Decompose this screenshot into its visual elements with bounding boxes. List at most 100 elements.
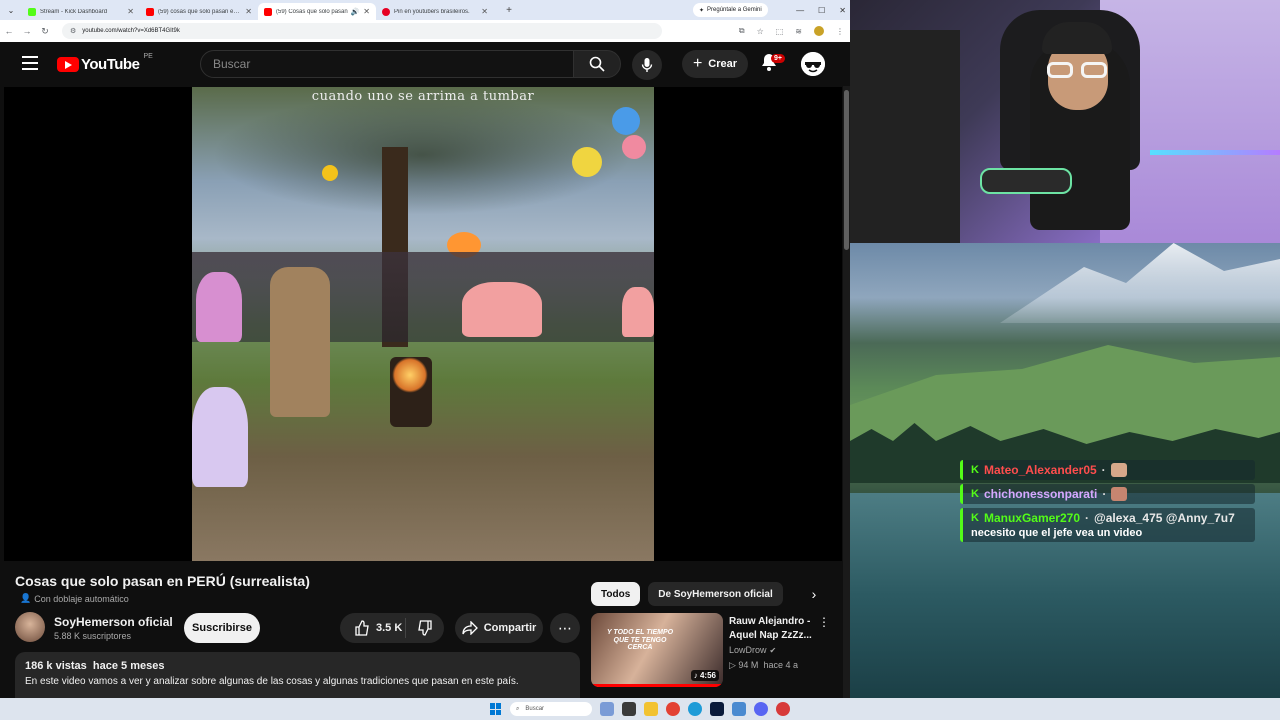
country-code: PE [143,53,153,60]
chip-todos[interactable]: Todos [591,582,641,606]
site-info-icon[interactable]: ⚙ [70,27,76,35]
subscribe-button[interactable]: Suscribirse [184,613,260,643]
chat-overlay: K Mateo_Alexander05 · K chichonessonpara… [960,460,1255,546]
browser-window: ⌄ Stream - Kick Dashboard ✕ (59) cosas q… [0,0,850,698]
duration-badge: ♪ 4:56 [690,670,719,681]
video-dancer [196,272,242,342]
back-icon[interactable]: ← [0,26,18,36]
tab-youtube-1[interactable]: (59) cosas que solo pasan en p ✕ [140,3,258,20]
close-tab-icon[interactable]: ✕ [481,7,488,16]
address-bar[interactable]: ⚙ youtube.com/watch?v=Xd6BT4GIt9k [62,23,662,39]
toolbar-icons: ⧉ ☆ ⬚ ≋ ⋮ [739,20,844,42]
minimize-icon[interactable]: — [796,6,804,15]
window-controls: — ☐ ✕ [796,0,846,20]
tab-search-icon[interactable]: ⌄ [0,0,22,20]
windows-start-icon[interactable] [490,703,502,715]
kebab-menu-icon[interactable]: ⋮ [818,615,830,629]
cast-icon[interactable]: ≋ [795,27,802,36]
maximize-icon[interactable]: ☐ [818,6,825,15]
forward-icon[interactable]: → [18,26,36,36]
video-player[interactable]: cuando uno se arrima a tumbar [4,87,842,561]
dub-indicator: 👤 Con doblaje automático [20,593,129,604]
create-button[interactable]: + Crear [682,50,748,78]
page-scrollbar[interactable] [843,86,850,698]
gemini-button[interactable]: ✦ Pregúntale a Gemini [693,3,768,17]
dislike-button[interactable] [406,620,444,636]
recommendation-age: hace 4 a [763,660,798,670]
bookmark-star-icon[interactable]: ☆ [757,27,764,36]
url-text: youtube.com/watch?v=Xd6BT4GIt9k [82,28,180,34]
youtube-header: YouTube PE Buscar + Crear 9+ [0,42,850,86]
video-metadata: Cosas que solo pasan en PERÚ (surrealist… [0,561,850,698]
video-dancer [622,287,654,337]
voice-search-button[interactable] [632,50,662,80]
task-view-icon[interactable] [622,702,636,716]
video-caption: cuando uno se arrima a tumbar [311,89,535,104]
description-box[interactable]: 186 k vistas hace 5 meses En este video … [15,652,580,698]
video-dancer [462,282,542,337]
search-icon [589,56,605,72]
close-tab-icon[interactable]: ✕ [127,7,134,16]
chevron-right-icon[interactable]: › [802,582,826,606]
scrollbar-thumb[interactable] [844,90,849,250]
tab-pinterest[interactable]: Pin en youtubers brasileiros. ✕ [376,3,494,20]
search-input[interactable]: Buscar [200,50,574,78]
chip-channel[interactable]: De SoyHemerson oficial [648,582,783,606]
chat-username: Mateo_Alexander05 [983,463,1097,477]
extensions-icon[interactable]: ⬚ [776,27,784,36]
youtube-logo[interactable]: YouTube PE [57,53,153,73]
video-tree-canopy [212,95,632,215]
streamer-glasses [1047,62,1109,78]
video-frame[interactable]: cuando uno se arrima a tumbar [192,87,654,561]
like-button[interactable]: 3.5 K [340,618,406,638]
reload-icon[interactable]: ↻ [36,26,54,37]
search-placeholder: Buscar [213,57,251,71]
taskbar-search-placeholder: Buscar [525,706,545,712]
share-button[interactable]: Compartir [455,613,543,643]
channel-name[interactable]: SoyHemerson oficial [54,615,173,629]
hamburger-menu-icon[interactable] [22,56,38,70]
close-tab-icon[interactable]: ✕ [245,7,252,16]
sparkle-icon: ✦ [699,7,705,14]
profile-avatar[interactable] [814,26,824,36]
watch-progress-bar [591,684,723,687]
edge-icon[interactable] [688,702,702,716]
channel-avatar[interactable] [15,612,45,642]
new-tab-icon[interactable]: + [502,5,516,16]
close-window-icon[interactable]: ✕ [839,6,846,15]
search-button[interactable] [573,50,621,78]
youtube-favicon-icon [146,7,154,16]
tab-youtube-active[interactable]: (59) Cosas que solo pasan 🔊 ✕ [258,3,376,20]
tab-kick-dashboard[interactable]: Stream - Kick Dashboard ✕ [22,3,140,20]
youtube-play-icon [57,57,79,72]
recommendation-channel-name: LowDrow [729,645,767,655]
more-actions-icon[interactable]: ⋯ [550,613,580,643]
recommendation-title[interactable]: Rauw Alejandro - Aquel Nap ZzZz... [729,615,819,642]
chrome-icon[interactable] [666,702,680,716]
notification-badge: 9+ [771,54,785,63]
account-avatar[interactable] [801,52,825,76]
chat-username: chichonessonparati [983,487,1098,501]
discord-icon[interactable] [754,702,768,716]
speaker-icon[interactable]: 🔊 [351,8,360,16]
recommendation-thumbnail[interactable]: Y TODO EL TIEMPO QUE TE TENGO CERCA ♪ 4:… [591,613,723,687]
taskbar-search[interactable]: ⌕ Buscar [510,702,592,716]
folder-icon[interactable] [732,702,746,716]
dubbing-icon: 👤 [20,593,32,603]
install-icon[interactable]: ⧉ [739,26,745,36]
menu-dots-icon[interactable]: ⋮ [836,27,844,36]
file-explorer-icon[interactable] [644,702,658,716]
video-balloon [572,147,602,177]
app-icon[interactable] [776,702,790,716]
play-icon: ▷ [729,660,739,670]
notifications-button[interactable]: 9+ [760,52,785,74]
close-tab-icon[interactable]: ✕ [363,7,370,16]
recommendation-channel[interactable]: LowDrow ✔ [729,645,776,655]
webcam-shelf [850,30,960,243]
verified-icon: ✔ [769,645,777,655]
separator-dot: · [1101,463,1106,477]
widgets-icon[interactable] [600,702,614,716]
photoshop-icon[interactable] [710,702,724,716]
view-count: 186 k vistas [25,660,87,672]
share-label: Compartir [483,622,537,634]
